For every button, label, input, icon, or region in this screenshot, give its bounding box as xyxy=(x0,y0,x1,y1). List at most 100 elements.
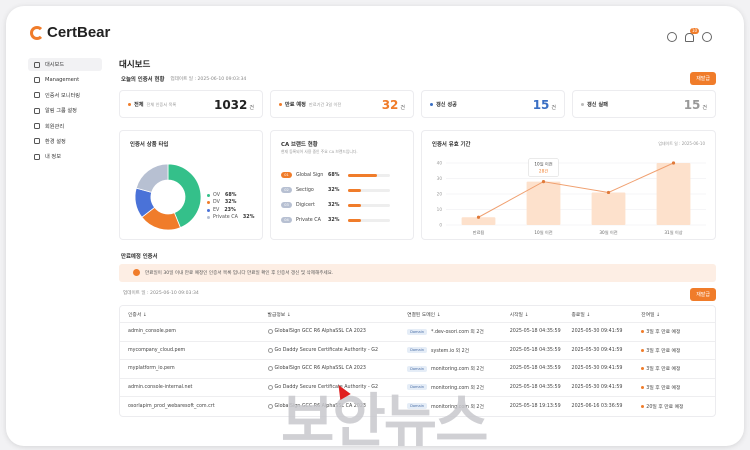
cell-cert: admin.console-internal.net xyxy=(128,384,193,390)
table-updated-timestamp: 업데이트 일 : 2025-06-10 09:03:34 xyxy=(123,291,199,296)
ca-name: Digicert xyxy=(296,202,315,208)
panel-description: 현재 등록되어 사용 중인 주요 CA 브랜드입니다. xyxy=(281,149,358,154)
validity-panel: 인증서 유효 기간 업데이트 일 : 2025-06-10 0 10 20 30 40 만… xyxy=(421,130,716,240)
table-row[interactable]: admin_console.pem GlobalSign GCC R6 Alph… xyxy=(120,323,715,342)
sidebar-item-management[interactable]: Management xyxy=(28,73,102,86)
warning-icon xyxy=(133,269,140,276)
stat-card-total[interactable]: 전체 전체 인증서 목록 1032 건 xyxy=(119,90,263,118)
stat-dot xyxy=(430,103,433,106)
ca-brand-panel: CA 브랜드 현황 현재 등록되어 사용 중인 주요 CA 브랜드입니다. 01… xyxy=(270,130,414,240)
sidebar-item-label: 대시보드 xyxy=(45,62,65,68)
stat-value: 15 건 xyxy=(683,98,707,112)
stat-card-renew-failed[interactable]: 갱신 실패 15 건 xyxy=(572,90,716,118)
ca-bar xyxy=(348,188,390,192)
cell-cert: myplatform_io.pem xyxy=(128,366,175,372)
bar[interactable] xyxy=(591,192,626,225)
expiring-notice: 만료일이 30일 이내 만료 예정인 인증서 목록 입니다 만료일 확인 후 인… xyxy=(119,264,716,282)
ca-brand-row: 04 Private CA 32% xyxy=(281,217,411,223)
cell-remaining: 3일 후 만료 예정 xyxy=(641,328,715,335)
check-icon xyxy=(267,329,273,335)
domain-tag: Domain xyxy=(407,365,428,372)
ca-bar-fill xyxy=(348,173,377,177)
trend-point[interactable] xyxy=(541,180,546,184)
cell-remaining: 3일 후 만료 예정 xyxy=(641,365,715,372)
col-header-cert[interactable]: 인증서 ↓ xyxy=(120,311,268,318)
check-icon xyxy=(267,366,273,372)
reissue-button[interactable]: 재발급 xyxy=(690,72,716,85)
notification-badge: 10 xyxy=(690,27,700,34)
y-tick-label: 30 xyxy=(437,176,443,181)
donut-slice-private-ca[interactable] xyxy=(135,163,169,193)
sidebar-item-monitoring[interactable]: 인증서 모니터링 xyxy=(28,89,102,102)
x-tick-label: 만료됨 xyxy=(473,229,485,235)
certbear-logo-icon xyxy=(30,25,44,40)
product-donut-chart xyxy=(134,163,202,231)
sidebar-item-alert-groups[interactable]: 알림 그룹 설정 xyxy=(28,104,102,117)
ca-pct: 32% xyxy=(328,187,340,193)
ca-bar xyxy=(348,173,390,177)
cell-start: 2025-05-18 19:13:59 xyxy=(509,403,561,409)
globe-icon[interactable] xyxy=(702,32,712,42)
expiring-title: 만료예정 인증서 xyxy=(121,254,158,260)
sidebar-item-label: 환경 설정 xyxy=(45,138,66,145)
stat-card-expiring[interactable]: 만료 예정 만료기간 3일 이전 32 건 xyxy=(270,90,414,118)
rank-badge: 03 xyxy=(281,202,292,208)
panel-title: 인증서 유효 기간 xyxy=(432,142,471,148)
monitor-icon xyxy=(34,92,40,99)
tooltip-value: 28건 xyxy=(539,168,548,174)
ca-pct: 32% xyxy=(328,217,340,223)
table-reissue-button[interactable]: 재발급 xyxy=(690,288,716,301)
sidebar-item-dashboard[interactable]: 대시보드 xyxy=(28,58,102,71)
col-header-domain[interactable]: 연결된 도메인 ↓ xyxy=(407,311,510,318)
logo[interactable]: CertBear xyxy=(30,24,110,41)
ca-pct: 32% xyxy=(328,202,340,208)
cell-remaining: 3일 후 만료 예정 xyxy=(641,384,715,391)
user-icon xyxy=(34,153,40,160)
trend-point[interactable] xyxy=(606,190,611,195)
y-tick-label: 0 xyxy=(439,223,442,228)
table-row[interactable]: mycompany_cloud.pem Go Daddy Secure Cert… xyxy=(120,342,715,360)
cell-cert: admin_console.pem xyxy=(128,329,176,335)
col-header-end[interactable]: 종료일 ↓ xyxy=(572,311,642,318)
trend-point[interactable] xyxy=(671,161,676,165)
stat-dot xyxy=(279,103,282,106)
ca-name: Sectigo xyxy=(296,187,314,193)
sidebar-item-members[interactable]: 회원관리 xyxy=(28,120,102,133)
ca-bar-fill xyxy=(348,218,362,222)
col-header-issuer[interactable]: 발급정보 ↓ xyxy=(268,311,408,318)
cell-end: 2025-06-16 03:36:59 xyxy=(571,403,623,409)
bar[interactable] xyxy=(656,163,691,225)
profile-icon[interactable] xyxy=(667,32,677,42)
stat-label: 갱신 성공 xyxy=(436,102,457,108)
trend-point[interactable] xyxy=(476,215,481,219)
cell-domain: Domain system.io 외 2건 xyxy=(407,347,510,354)
x-tick-label: 30일 이전 xyxy=(599,229,617,236)
app-window: CertBear 10 대시보드 Management 인증서 모니터링 알림 … xyxy=(6,6,744,446)
cell-cert: osorlapim_prod_webaresoft_com.crt xyxy=(128,403,215,409)
stat-value: 15 건 xyxy=(532,98,556,112)
stat-label: 전체 전체 인증서 목록 xyxy=(134,102,177,108)
sidebar-item-label: 회원관리 xyxy=(45,123,65,130)
legend-item: EV 23% xyxy=(207,208,254,213)
stat-label: 만료 예정 만료기간 3일 이전 xyxy=(285,102,342,108)
rank-badge: 01 xyxy=(281,172,292,178)
col-header-start[interactable]: 시작일 ↓ xyxy=(510,311,572,318)
sidebar: 대시보드 Management 인증서 모니터링 알림 그룹 설정 회원관리 환… xyxy=(28,58,102,166)
bell-icon[interactable]: 10 xyxy=(685,27,700,42)
sidebar-item-label: 인증서 모니터링 xyxy=(45,92,81,99)
bell-group-icon xyxy=(34,107,40,114)
main-content: 대시보드 오늘의 인증서 현황 업데이트 일 : 2025-06-10 09:0… xyxy=(119,58,716,417)
cell-start: 2025-05-18 04:35:59 xyxy=(509,366,561,372)
x-tick-label: 31일 이상 xyxy=(664,229,682,236)
col-header-remaining[interactable]: 잔여일 ↓ xyxy=(641,311,715,318)
users-icon xyxy=(34,123,40,130)
stat-card-renew-success[interactable]: 갱신 성공 15 건 xyxy=(421,90,565,118)
cell-issuer: GlobalSign GCC R6 AlphaSSL CA 2023 xyxy=(267,366,408,372)
sidebar-item-my-info[interactable]: 내 정보 xyxy=(28,150,102,163)
panel-title: CA 브랜드 현황 xyxy=(281,142,318,148)
cell-domain: Domain *.dev-osori.com 외 2건 xyxy=(407,328,510,335)
stat-value: 1032 건 xyxy=(213,98,254,112)
legend-dot xyxy=(207,216,210,220)
stat-label: 갱신 실패 xyxy=(587,102,608,108)
sidebar-item-settings[interactable]: 환경 설정 xyxy=(28,135,102,148)
